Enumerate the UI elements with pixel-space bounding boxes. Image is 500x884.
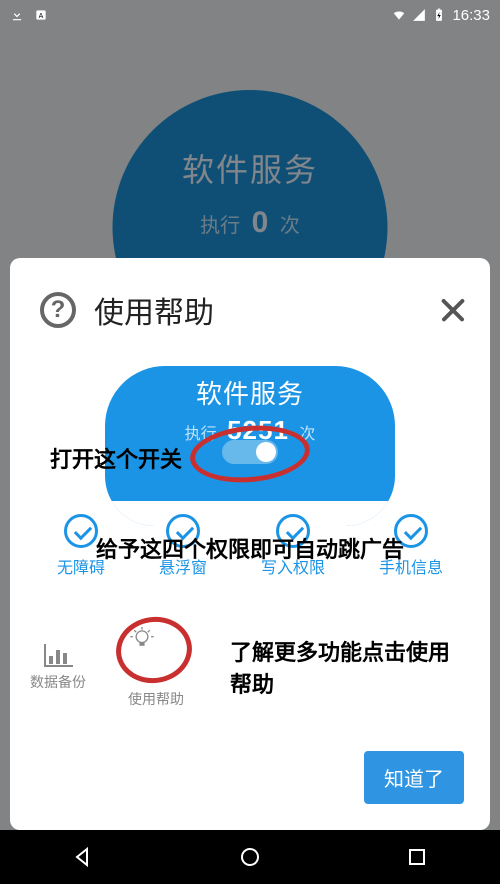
clock: 16:33 [452,7,490,24]
nav-back-icon[interactable] [71,845,95,869]
nav-recent-icon[interactable] [405,845,429,869]
check-icon [166,514,200,548]
status-bar: A 16:33 [0,0,500,30]
download-icon [10,8,24,22]
close-button[interactable] [436,293,470,327]
help-modal: ? 使用帮助 软件服务 执行 5251 次 打开这个开关 [10,258,490,830]
nav-home-icon[interactable] [238,845,262,869]
svg-text:A: A [39,13,44,20]
pill-title: 软件服务 [105,374,395,411]
nav-bar [0,830,500,884]
example-toggle [222,440,278,464]
check-icon [394,514,428,548]
perm-phone: 手机信息 [379,514,443,578]
illustration-help: 数据备份 使用帮助 了解更多功能点击使用帮助 [30,627,470,707]
illustration-switch: 软件服务 执行 5251 次 打开这个开关 [30,366,470,486]
modal-title: 使用帮助 [94,288,214,332]
perm-accessibility: 无障碍 [57,514,105,578]
perm-write: 写入权限 [261,514,325,578]
bar-chart-icon [42,642,74,668]
help-description: 了解更多功能点击使用帮助 [230,635,470,699]
got-it-button[interactable]: 知道了 [364,751,464,804]
mini-backup: 数据备份 [30,642,86,692]
check-icon [64,514,98,548]
mini-help: 使用帮助 [126,625,186,709]
battery-charging-icon [432,8,446,22]
help-icon: ? [40,292,76,328]
cell-signal-icon [412,8,426,22]
modal-header: ? 使用帮助 [30,288,470,332]
annotation-circle [112,612,196,688]
perm-overlay: 悬浮窗 [159,514,207,578]
app-badge-icon: A [34,8,48,22]
open-switch-label: 打开这个开关 [50,442,182,474]
illustration-permissions: 无障碍 悬浮窗 写入权限 手机信息 给予这四个权限即可自动跳广告 [30,514,470,592]
check-icon [276,514,310,548]
wifi-icon [392,8,406,22]
screen: 软件服务 执行 0 次 A 16:33 [0,0,500,884]
